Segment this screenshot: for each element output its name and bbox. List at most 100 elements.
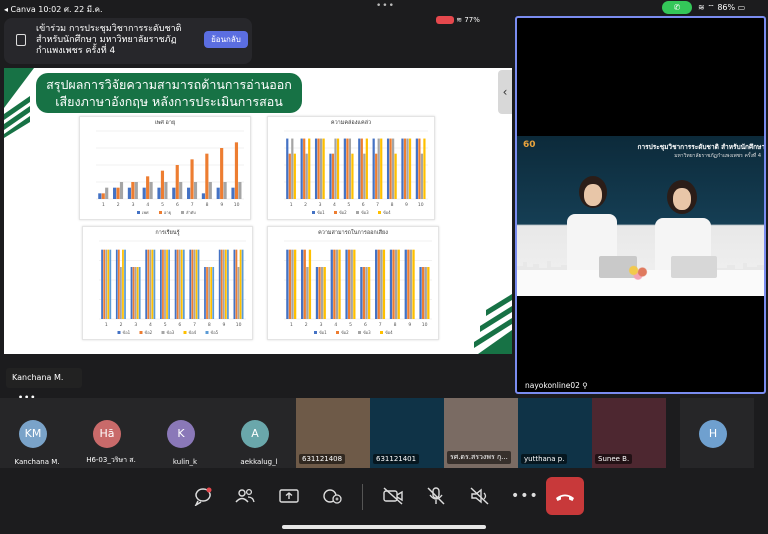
- bar: [187, 187, 191, 199]
- participant-tile[interactable]: Hā H6-03_วริษา ส.: [74, 398, 148, 468]
- participant-strip: KM Kanchana M. Hā H6-03_วริษา ส. Kkulin_k Aae…: [0, 398, 768, 470]
- tick-label: 7: [191, 202, 194, 208]
- camera-off-icon[interactable]: [382, 486, 404, 506]
- mic-off-icon[interactable]: [425, 486, 447, 506]
- bar: [334, 138, 337, 199]
- tick-label: 5: [349, 322, 352, 328]
- bar: [149, 182, 153, 199]
- speaker-off-icon[interactable]: [469, 486, 491, 506]
- bar: [201, 193, 205, 199]
- bar: [386, 138, 390, 199]
- bar: [134, 182, 138, 199]
- bar: [317, 138, 320, 199]
- bar: [212, 267, 215, 319]
- bar: [131, 182, 135, 199]
- multitask-dots-icon[interactable]: •••: [376, 1, 395, 11]
- legend-label: ข้อ2: [145, 330, 153, 335]
- bar: [333, 249, 336, 319]
- legend-swatch: [312, 211, 315, 214]
- battery-level: 86%: [717, 3, 736, 12]
- back-button[interactable]: ย้อนกลับ: [204, 31, 248, 48]
- bar: [380, 138, 383, 199]
- bar: [288, 249, 292, 319]
- tick-label: 4: [334, 322, 337, 328]
- participant-tile[interactable]: Sunee B.: [592, 398, 666, 468]
- tick-label: 7: [379, 322, 382, 328]
- tick-label: 7: [193, 322, 196, 328]
- tick-label: 8: [394, 322, 397, 328]
- bar: [172, 187, 176, 199]
- home-indicator[interactable]: [282, 525, 486, 529]
- participant-tile[interactable]: H: [680, 398, 754, 468]
- tick-label: 5: [164, 322, 167, 328]
- participant-name: Sunee B.: [595, 454, 633, 464]
- bar: [193, 182, 198, 199]
- tick-label: 3: [134, 322, 137, 328]
- tick-label: 9: [408, 322, 411, 328]
- participant-tile[interactable]: yutthana p.: [518, 398, 592, 468]
- bar: [197, 249, 200, 319]
- speaker-video: 60 การประชุมวิชาการระดับชาติ สำหรับนักศึ…: [517, 136, 764, 296]
- legend-label: ข้อ1: [123, 330, 131, 335]
- tick-label: 9: [223, 322, 226, 328]
- chart-fluency: 1 2 3 4 5 6 7 8 9 10 ข้อ1 ข้อ2 ข้อ3 ข้อ4 ความคล่องแคล…: [267, 116, 435, 220]
- more-icon[interactable]: •••: [511, 486, 538, 506]
- bar: [101, 193, 105, 199]
- toolbar-divider: [362, 484, 363, 510]
- participant-name: 631121408: [299, 454, 346, 464]
- reactions-icon[interactable]: [321, 486, 343, 506]
- legend-swatch: [183, 331, 187, 334]
- bar: [109, 249, 112, 319]
- pin-icon: ⚲: [582, 381, 588, 390]
- anniversary-logo: 60: [523, 140, 536, 150]
- bar: [363, 153, 366, 199]
- bar: [120, 267, 122, 319]
- collapse-panel-button[interactable]: ‹: [498, 70, 512, 114]
- chart-title: การเรียนรู้: [155, 230, 180, 236]
- participant-tile[interactable]: Kkulin_k: [148, 398, 222, 468]
- bar: [227, 249, 229, 319]
- chart-plot: 1 2 3 4 5 6 7 8 9 10 ข้อ1 ข้อ2 ข้อ3 ข้อ4: [284, 130, 428, 215]
- bar: [191, 249, 194, 319]
- tick-label: 8: [206, 202, 209, 208]
- end-call-button[interactable]: [546, 477, 584, 515]
- bar: [422, 267, 425, 319]
- legend-swatch: [380, 331, 383, 334]
- chat-icon[interactable]: [192, 486, 214, 507]
- participant-tile[interactable]: รศ.ดร.สรวงพร กุ...: [444, 398, 518, 468]
- bar: [218, 249, 221, 319]
- bar: [208, 182, 212, 199]
- legend-swatch: [334, 211, 337, 214]
- active-speaker-tile[interactable]: 60 การประชุมวิชาการระดับชาติ สำหรับนักศึ…: [515, 16, 766, 394]
- bar: [331, 153, 335, 199]
- bar: [107, 249, 110, 319]
- legend-label: ข้อ5: [211, 330, 219, 335]
- tick-label: 3: [132, 202, 135, 208]
- wifi-icon: ≋: [456, 16, 463, 24]
- tick-label: 6: [176, 202, 179, 208]
- bar: [351, 153, 354, 199]
- bar: [153, 249, 156, 319]
- bar: [397, 249, 400, 319]
- chart-learning: 1 2 3 4 5 6 7 8 9 10 ข้อ1 ข้อ2 ข้อ3 ข้อ4 ข้อ5 การเรียน…: [82, 226, 253, 340]
- participant-tile[interactable]: 631121401: [370, 398, 444, 468]
- bar: [130, 267, 133, 319]
- bar: [360, 138, 363, 199]
- bar: [204, 267, 206, 319]
- bar: [308, 249, 312, 319]
- call-pill-icon[interactable]: ✆: [662, 1, 692, 14]
- participant-tile[interactable]: KM Kanchana M.: [0, 398, 74, 468]
- participants-icon[interactable]: [234, 486, 256, 506]
- bar: [98, 193, 102, 199]
- tick-label: 6: [178, 322, 181, 328]
- bar: [406, 138, 409, 199]
- tick-label: 6: [362, 202, 365, 208]
- bar: [345, 249, 348, 319]
- legend-swatch: [358, 331, 361, 334]
- participant-tile[interactable]: 631121408: [296, 398, 370, 468]
- chart-plot: 1 2 3 4 5 6 7 8 9 10 ข้อ1 ข้อ2 ข้อ3 ข้อ4: [284, 240, 432, 335]
- bar: [303, 138, 306, 199]
- share-screen-icon[interactable]: [278, 486, 300, 506]
- bar: [323, 267, 326, 319]
- participant-tile[interactable]: Aaekkalug_l: [222, 398, 296, 468]
